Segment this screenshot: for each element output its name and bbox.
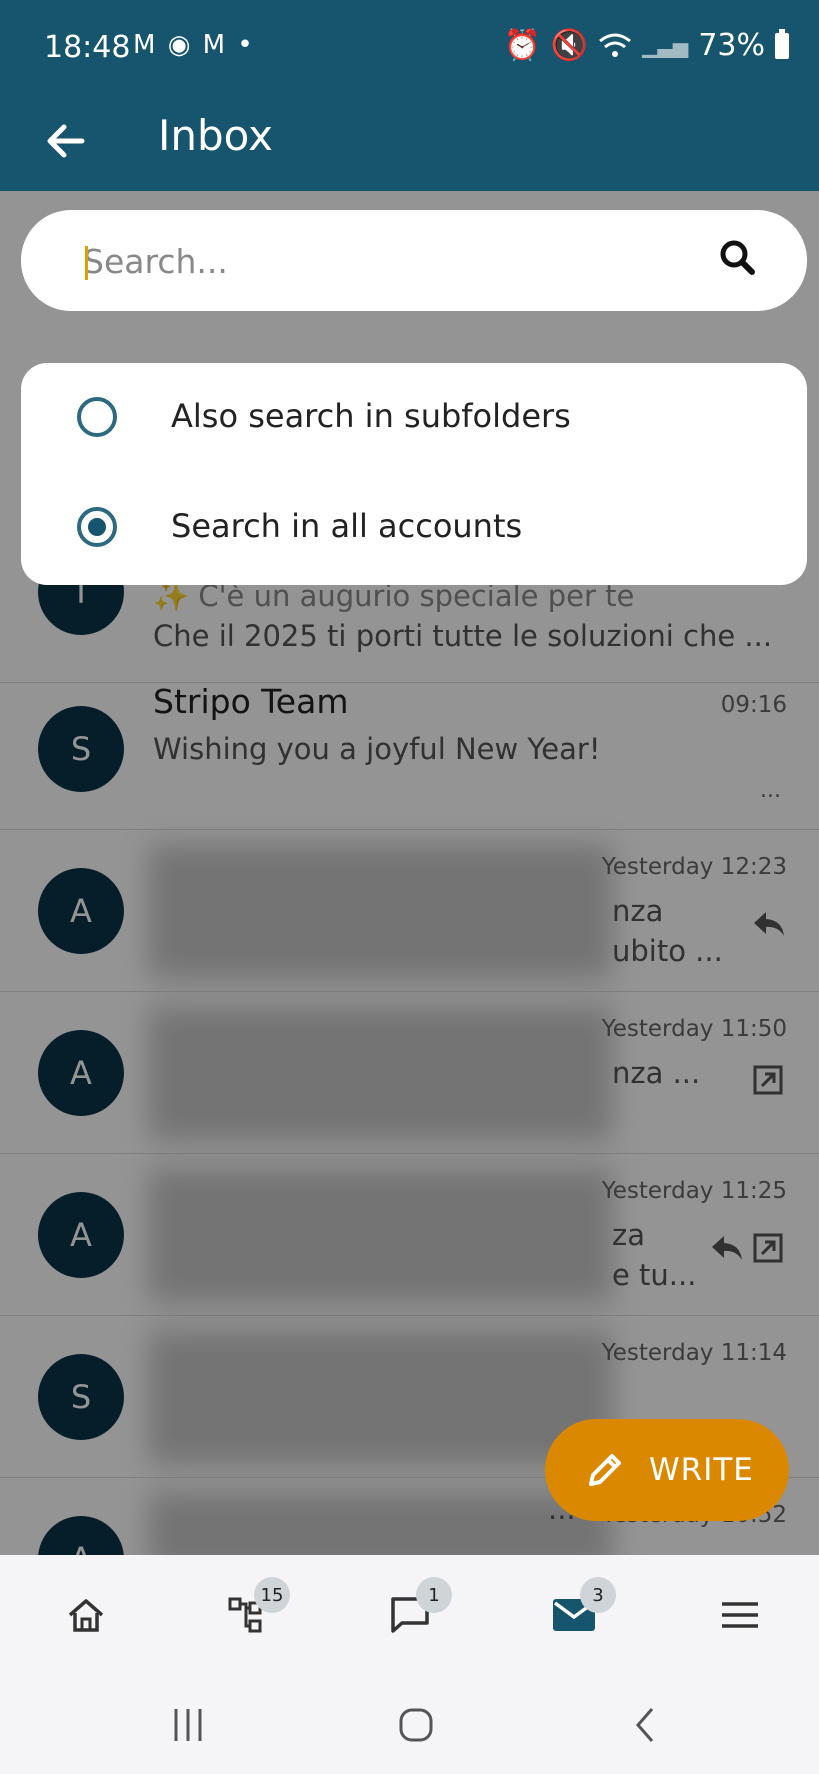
message-time: Yesterday 12:23 xyxy=(601,854,787,880)
message-snippet: ubito ... xyxy=(612,934,723,968)
more-indicator: ... xyxy=(760,778,781,803)
text-cursor xyxy=(85,246,88,280)
nav-chat[interactable]: 1 xyxy=(370,1577,452,1645)
message-snippet: za xyxy=(612,1218,645,1252)
message-time: Yesterday 11:14 xyxy=(601,1340,787,1366)
home-icon xyxy=(68,1599,104,1632)
signal-icon: ▁▃▅ xyxy=(642,33,689,58)
message-sender: Stripo Team xyxy=(153,682,349,721)
home-circle-icon xyxy=(399,1708,433,1742)
radio-unchecked-icon[interactable] xyxy=(77,397,117,437)
redacted-content xyxy=(148,1492,613,1555)
mute-icon: 🔇 xyxy=(550,28,589,63)
redacted-content xyxy=(148,844,613,979)
list-item[interactable]: S Stripo Team 09:16 Wishing you a joyful… xyxy=(0,668,819,830)
message-preview: Che il 2025 ti porti tutte le soluzioni … xyxy=(153,619,773,653)
list-item[interactable]: A Yesterday 11:25 za e tu... xyxy=(0,1154,819,1316)
arrow-left-icon xyxy=(47,124,85,158)
app-bar: Inbox xyxy=(0,93,819,191)
option-label: Search in all accounts xyxy=(171,507,523,545)
message-snippet: nza ... xyxy=(612,1056,701,1090)
back-nav-button[interactable] xyxy=(616,1703,676,1747)
list-item[interactable]: A Yesterday 12:23 nza ubito ... xyxy=(0,830,819,992)
badge: 3 xyxy=(580,1577,616,1613)
reply-icon xyxy=(712,1236,742,1260)
back-button[interactable] xyxy=(40,115,92,167)
notification-icons: M ◉ M • xyxy=(133,30,255,60)
option-search-subfolders[interactable]: Also search in subfolders xyxy=(21,363,807,471)
radio-checked-icon[interactable] xyxy=(77,507,117,547)
message-time: Yesterday 11:50 xyxy=(601,1016,787,1042)
avatar: S xyxy=(38,1354,124,1440)
open-external-icon xyxy=(753,1233,783,1263)
redacted-content xyxy=(148,1168,613,1303)
redacted-content xyxy=(148,1006,613,1141)
menu-icon xyxy=(722,1602,758,1628)
search-icon xyxy=(720,240,755,275)
status-bar: 18:48 M ◉ M • ⏰ 🔇 ▁▃▅ 73% xyxy=(0,0,819,93)
search-button[interactable] xyxy=(712,232,764,284)
message-time: Yesterday 11:25 xyxy=(601,1178,787,1204)
wifi-icon xyxy=(599,33,632,57)
badge: 1 xyxy=(416,1577,452,1613)
option-search-all-accounts[interactable]: Search in all accounts xyxy=(21,473,807,581)
message-preview: Wishing you a joyful New Year! xyxy=(153,732,601,766)
status-indicators: ⏰ 🔇 ▁▃▅ 73% xyxy=(503,28,789,63)
message-snippet: nza xyxy=(612,894,664,928)
message-time: 09:16 xyxy=(720,692,787,718)
avatar: A xyxy=(38,1192,124,1278)
home-nav-button[interactable] xyxy=(386,1703,446,1747)
redacted-content xyxy=(148,1330,613,1465)
reply-icon xyxy=(754,912,784,936)
nav-folders[interactable]: 15 xyxy=(208,1577,290,1645)
nav-menu[interactable] xyxy=(700,1585,780,1645)
search-options-panel: Also search in subfolders Search in all … xyxy=(21,363,807,585)
bottom-nav: 15 1 3 xyxy=(0,1555,819,1675)
pencil-icon xyxy=(589,1454,621,1486)
chevron-left-icon xyxy=(636,1708,654,1742)
write-button[interactable]: WRITE xyxy=(545,1419,789,1521)
avatar: A xyxy=(38,1030,124,1116)
list-item[interactable]: A Yesterday 11:50 nza ... xyxy=(0,992,819,1154)
message-snippet: e tu... xyxy=(612,1258,697,1292)
battery-level: 73% xyxy=(698,28,765,63)
avatar: A xyxy=(38,1516,124,1555)
status-time: 18:48 xyxy=(44,30,131,65)
nav-home[interactable] xyxy=(46,1585,126,1645)
search-box xyxy=(21,210,807,311)
write-label: WRITE xyxy=(649,1452,754,1488)
avatar: S xyxy=(38,706,124,792)
avatar: A xyxy=(38,868,124,954)
nav-mail[interactable]: 3 xyxy=(534,1577,616,1645)
option-label: Also search in subfolders xyxy=(171,397,571,435)
alarm-icon: ⏰ xyxy=(503,28,541,63)
search-input[interactable] xyxy=(83,234,703,288)
battery-icon xyxy=(775,28,789,59)
recent-apps-button[interactable] xyxy=(158,1703,218,1747)
recent-apps-icon xyxy=(174,1709,202,1741)
page-title: Inbox xyxy=(158,111,273,160)
system-nav-bar xyxy=(0,1675,819,1774)
badge: 15 xyxy=(254,1577,290,1613)
open-external-icon xyxy=(753,1065,783,1095)
